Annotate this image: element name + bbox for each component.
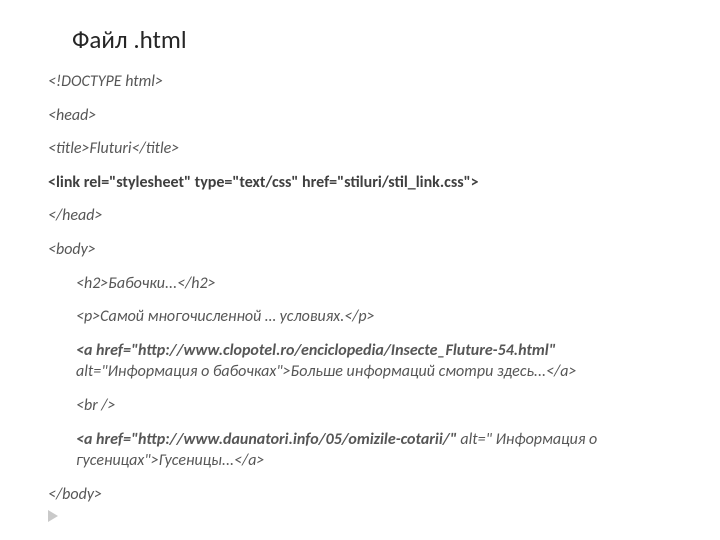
code-line-8: <p>Самой многочисленной … условиях.</p> xyxy=(76,306,680,328)
code-line-1: <!DOCTYPE html> xyxy=(48,71,680,93)
code-line-4: <link rel="stylesheet" type="text/css" h… xyxy=(48,172,680,194)
code-line-9c: Больше информаций смотри здесь...</a> xyxy=(291,362,577,381)
arrow-icon xyxy=(48,510,58,522)
code-line-11: <a href="http://www.daunatori.info/05/om… xyxy=(76,429,680,472)
code-line-9: <a href="http://www.clopotel.ro/enciclop… xyxy=(76,340,680,383)
code-line-10: <br /> xyxy=(76,395,680,417)
code-line-5: </head> xyxy=(48,205,680,227)
slide-heading: Файл .html xyxy=(54,24,680,55)
code-line-12: </body> xyxy=(48,484,680,506)
heading-text: Файл .html xyxy=(72,24,187,55)
code-line-9b: alt="Информация о бабочках"> xyxy=(76,362,291,381)
code-line-3: <title>Fluturi</title> xyxy=(48,138,680,160)
code-line-7: <h2>Бабочки...</h2> xyxy=(76,273,680,295)
code-line-9a: <a href="http://www.clopotel.ro/enciclop… xyxy=(76,341,556,360)
code-line-11c: Гусеницы...</a> xyxy=(159,451,265,470)
code-line-11a: <a href="http://www.daunatori.info/05/om… xyxy=(76,430,460,449)
code-line-6: <body> xyxy=(48,239,680,261)
code-line-2: <head> xyxy=(48,105,680,127)
